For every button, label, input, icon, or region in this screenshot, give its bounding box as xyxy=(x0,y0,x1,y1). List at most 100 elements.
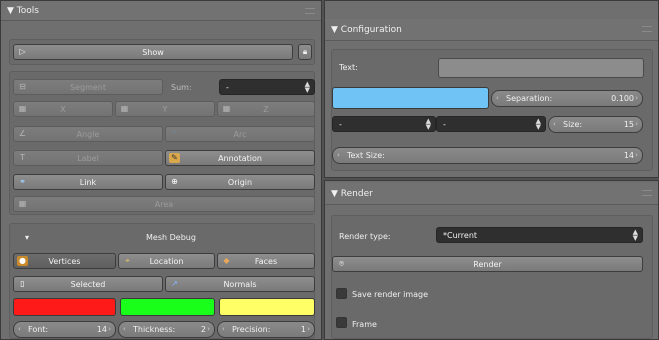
tools-header[interactable]: ▼ Tools xyxy=(1,1,321,21)
drag-grip-icon[interactable] xyxy=(642,190,652,196)
link-icon: ⚭ xyxy=(19,177,26,186)
render-type-dropdown[interactable]: *Current ▲ ▼ xyxy=(436,227,643,243)
updown-icon: ▲ ▼ xyxy=(632,228,638,242)
decrement-icon[interactable]: ‹ xyxy=(337,151,340,159)
location-icon: ⌖ xyxy=(125,256,130,265)
label-button[interactable]: T Label xyxy=(13,150,163,166)
frame-checkbox[interactable] xyxy=(336,317,347,328)
angle-label: Angle xyxy=(76,129,100,139)
show-button[interactable]: ▷ Show xyxy=(13,44,293,60)
y-button[interactable]: ▦ Y xyxy=(115,101,215,117)
tools-title: ▼ Tools xyxy=(7,5,39,16)
font-field[interactable]: ‹ Font: 14 › xyxy=(13,321,116,338)
render-button-label: Render xyxy=(473,259,502,269)
label-label: Label xyxy=(77,153,99,163)
lock-icon: 🔒︎ xyxy=(302,47,308,56)
link-label: Link xyxy=(79,177,97,187)
text-size-value: 14 xyxy=(623,151,634,160)
thickness-label: Thickness: xyxy=(133,325,176,334)
selected-icon: ▯ xyxy=(20,279,25,288)
selected-label: Selected xyxy=(70,279,106,289)
origin-button[interactable]: ⊕ Origin xyxy=(165,174,315,190)
location-button[interactable]: ⌖ Location xyxy=(118,253,215,269)
color-swatch[interactable] xyxy=(332,87,489,109)
area-label: Area xyxy=(154,199,174,209)
arc-button[interactable]: ◜ Arc xyxy=(165,126,315,142)
size-label: Size: xyxy=(563,120,583,129)
text-size-label: Text Size: xyxy=(347,151,385,160)
vertices-button[interactable]: ● Vertices xyxy=(13,253,116,269)
decrement-icon[interactable]: ‹ xyxy=(123,325,126,333)
second-dropdown[interactable]: - ▲ ▼ xyxy=(436,116,546,132)
collapse-icon[interactable]: ▾ xyxy=(25,233,29,242)
separation-label: Separation: xyxy=(506,94,553,103)
increment-icon[interactable]: › xyxy=(307,325,310,333)
selected-button[interactable]: ▯ Selected xyxy=(13,276,163,292)
configuration-header[interactable]: ▼ Configuration xyxy=(325,19,658,41)
segment-button[interactable]: ⊟ Segment xyxy=(13,79,163,95)
face-color-swatch[interactable] xyxy=(120,298,215,316)
decrement-icon[interactable]: ‹ xyxy=(553,120,556,128)
separation-field[interactable]: ‹ Separation: 0.100 › xyxy=(491,90,643,107)
increment-icon[interactable]: › xyxy=(635,120,638,128)
drag-grip-icon[interactable] xyxy=(305,8,315,14)
area-icon: ▦ xyxy=(18,199,27,208)
font-value: 14 xyxy=(96,325,107,334)
segment-label: Segment xyxy=(70,82,106,92)
decrement-icon[interactable]: ‹ xyxy=(222,325,225,333)
segment-icon: ⊟ xyxy=(19,82,26,91)
decrement-icon[interactable]: ‹ xyxy=(18,325,21,333)
sum-label: Sum: xyxy=(171,83,192,92)
save-image-checkbox[interactable] xyxy=(336,288,347,299)
increment-icon[interactable]: › xyxy=(108,325,111,333)
render-button[interactable]: ⌾ Render xyxy=(332,256,643,272)
x-label: X xyxy=(60,104,66,114)
normal-color-swatch[interactable] xyxy=(219,298,315,316)
increment-icon[interactable]: › xyxy=(635,94,638,102)
lock-button[interactable]: 🔒︎ xyxy=(298,44,312,60)
origin-label: Origin xyxy=(227,177,253,187)
configuration-panel: ▼ Configuration Text: ‹ Separation: 0.10… xyxy=(324,0,659,178)
x-button[interactable]: ▦ X xyxy=(13,101,113,117)
normals-button[interactable]: ↗ Normals xyxy=(165,276,315,292)
z-label: Z xyxy=(263,104,269,114)
faces-button[interactable]: ◆ Faces xyxy=(217,253,315,269)
thickness-field[interactable]: ‹ Thickness: 2 › xyxy=(118,321,215,338)
label-icon: T xyxy=(20,153,25,162)
area-button[interactable]: ▦ Area xyxy=(13,196,315,212)
save-image-label: Save render image xyxy=(352,290,429,299)
annotation-button[interactable]: ✎ Annotation xyxy=(165,150,315,166)
render-type-value: *Current xyxy=(443,230,478,240)
drag-grip-icon[interactable] xyxy=(642,26,652,32)
increment-icon[interactable]: › xyxy=(207,325,210,333)
first-dropdown[interactable]: - ▲ ▼ xyxy=(332,116,436,132)
size-field[interactable]: ‹ Size: 15 › xyxy=(548,116,643,133)
font-label: Font: xyxy=(28,325,49,334)
vertices-label: Vertices xyxy=(48,256,81,266)
faces-icon: ◆ xyxy=(223,256,230,265)
text-input[interactable] xyxy=(438,58,644,78)
z-button[interactable]: ▦ Z xyxy=(217,101,315,117)
decrement-icon[interactable]: ‹ xyxy=(496,94,499,102)
vertices-icon: ● xyxy=(17,256,28,266)
render-panel: ▼ Render Render type: *Current ▲ ▼ ⌾ Rend… xyxy=(324,180,659,340)
sum-dropdown[interactable]: - ▲ ▼ xyxy=(219,79,315,95)
tools-panel: ▼ Tools ▷ Show 🔒︎ ⊟ Segment Sum: - ▲ ▼ ▦ … xyxy=(0,0,322,340)
link-button[interactable]: ⚭ Link xyxy=(13,174,163,190)
vertex-color-swatch[interactable] xyxy=(13,298,116,316)
angle-button[interactable]: ∠ Angle xyxy=(13,126,163,142)
text-size-field[interactable]: ‹ Text Size: 14 › xyxy=(332,147,643,164)
angle-icon: ∠ xyxy=(18,129,27,138)
render-header[interactable]: ▼ Render xyxy=(325,183,658,205)
updown-icon: ▲ ▼ xyxy=(304,80,310,94)
precision-value: 1 xyxy=(300,325,306,334)
faces-label: Faces xyxy=(254,256,278,266)
precision-field[interactable]: ‹ Precision: 1 › xyxy=(217,321,315,338)
normals-label: Normals xyxy=(223,279,257,289)
first-dropdown-value: - xyxy=(339,119,342,129)
size-value: 15 xyxy=(623,120,634,129)
annotation-icon: ✎ xyxy=(169,153,180,163)
increment-icon[interactable]: › xyxy=(635,151,638,159)
thickness-value: 2 xyxy=(200,325,206,334)
separation-value: 0.100 xyxy=(611,94,634,103)
